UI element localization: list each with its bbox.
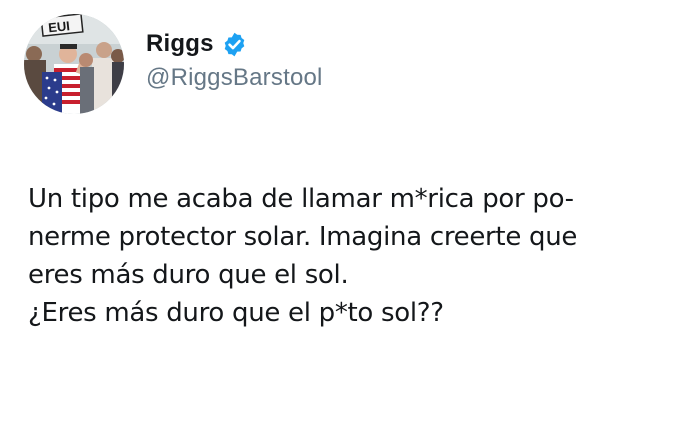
avatar[interactable]: EUI	[24, 14, 124, 114]
tweet-text: Un tipo me acaba de llamar m*rica por po…	[28, 180, 688, 332]
tweet-card: EUI Riggs @RiggsBarstool Un tipo me acab…	[0, 0, 700, 434]
avatar-photo: EUI	[24, 14, 124, 114]
avatar-sign-text: EUI	[47, 18, 70, 35]
tweet-text-line: ¿Eres más duro que el p*to sol??	[28, 298, 444, 328]
verified-badge-icon	[221, 31, 248, 58]
author-handle[interactable]: @RiggsBarstool	[146, 64, 323, 92]
tweet-text-line: nerme protector solar. Imagina creerte q…	[28, 222, 578, 252]
tweet-text-line: eres más duro que el sol.	[28, 260, 349, 290]
tweet-text-line: Un tipo me acaba de llamar m*rica por po…	[28, 184, 574, 214]
author-name-row: Riggs	[146, 28, 248, 60]
author-display-name[interactable]: Riggs	[146, 30, 214, 58]
